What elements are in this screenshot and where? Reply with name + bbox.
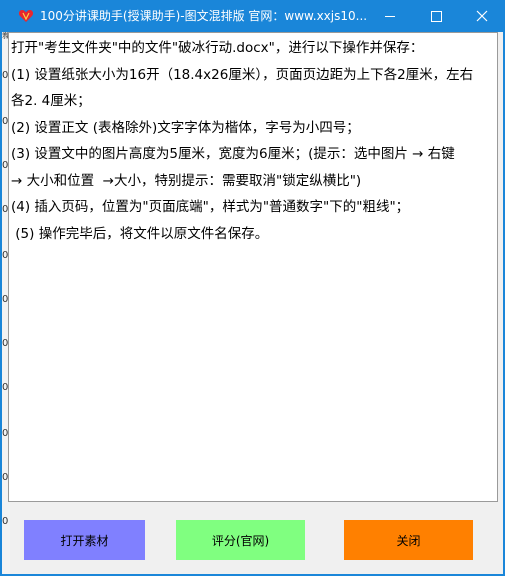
close-icon	[476, 7, 488, 26]
instruction-line: (5) 操作完毕后，将文件以原文件名保存。	[11, 225, 269, 242]
close-window-button[interactable]	[459, 0, 505, 32]
maximize-icon	[430, 10, 442, 22]
edge-char: 0	[2, 516, 9, 527]
instruction-line: 各2. 4厘米；	[11, 93, 91, 109]
score-button[interactable]: 评分(官网)	[176, 520, 305, 560]
minimize-button[interactable]	[367, 0, 413, 32]
window-title: 100分讲课助手(授课助手)-图文混排版 官网：www.xxjs10...	[40, 9, 368, 23]
instruction-line: (3) 设置文中的图片高度为5厘米，宽度为6厘米；(提示：选中图片 → 右键	[11, 146, 455, 162]
close-button[interactable]: 关闭	[344, 520, 473, 560]
heart-icon	[18, 8, 34, 24]
maximize-button[interactable]	[413, 0, 459, 32]
instructions-textbox[interactable]: 打开"考生文件夹"中的文件"破冰行动.docx"，进行以下操作并保存： (1) …	[8, 32, 498, 502]
instruction-line: (2) 设置正文 (表格除外)文字字体为楷体，字号为小四号；	[11, 119, 360, 136]
instruction-line: → 大小和位置 →大小，特别提示：需要取消"锁定纵横比")	[11, 172, 362, 189]
title-bar[interactable]: 100分讲课助手(授课助手)-图文混排版 官网：www.xxjs10...	[0, 0, 505, 32]
instruction-line: (4) 插入页码，位置为"页面底端"，样式为"普通数字"下的"粗线"；	[11, 199, 410, 215]
app-window: 100分讲课助手(授课助手)-图文混排版 官网：www.xxjs10... 新 …	[0, 0, 505, 576]
instruction-line: 打开"考生文件夹"中的文件"破冰行动.docx"，进行以下操作并保存：	[11, 40, 424, 56]
client-area: 新 0 0 0 0 0 0 0 0 0 0 0 打开"考生文件夹"中的文件"破冰…	[2, 32, 503, 574]
instruction-line: (1) 设置纸张大小为16开（18.4x26厘米），页面页边距为上下各2厘米，左…	[11, 66, 474, 83]
open-material-button[interactable]: 打开素材	[24, 520, 145, 560]
minimize-icon	[385, 15, 395, 17]
